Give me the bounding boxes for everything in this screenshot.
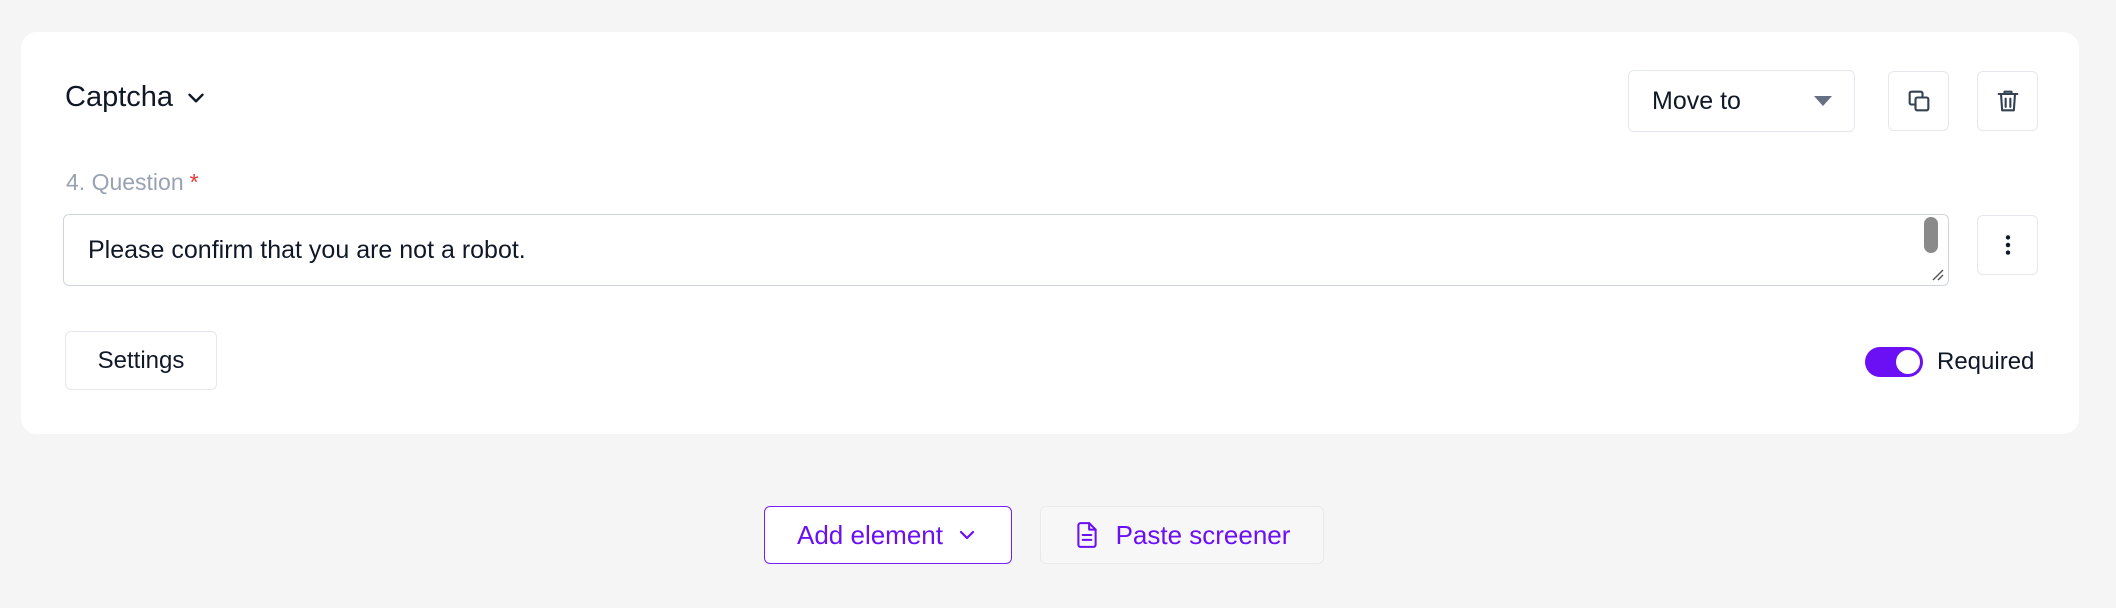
trash-icon [1997,90,2018,112]
caret-down-icon [1814,96,1832,106]
paste-screener-label: Paste screener [1115,519,1291,550]
delete-button[interactable] [1977,71,2038,131]
required-toggle[interactable] [1865,347,1923,377]
chevron-down-icon [188,93,204,102]
copy-icon [1908,90,1929,112]
textarea-scrollbar[interactable] [1924,217,1938,253]
required-asterisk: * [189,169,199,195]
paste-screener-button[interactable]: Paste screener [1040,506,1324,564]
kebab-menu-icon [2005,235,2010,255]
settings-label: Settings [97,346,185,374]
question-number-text: 4. Question [66,169,184,195]
add-element-label: Add element [797,519,943,550]
question-text: Please confirm that you are not a robot. [88,235,526,264]
question-card: Captcha Move to 4. Question * Please conf… [21,32,2079,434]
more-options-button[interactable] [1977,215,2038,275]
move-to-select[interactable]: Move to [1628,70,1855,132]
question-type-dropdown[interactable]: Captcha [65,81,209,114]
resize-handle-icon[interactable] [1930,267,1944,281]
chevron-down-icon [959,530,975,540]
toggle-knob [1896,350,1920,374]
required-label: Required [1937,348,2035,375]
settings-button[interactable]: Settings [65,331,217,390]
duplicate-button[interactable] [1888,71,1949,131]
question-number-label: 4. Question * [66,169,199,196]
document-icon [1076,522,1097,548]
question-type-label: Captcha [65,81,174,113]
add-element-button[interactable]: Add element [764,506,1012,564]
question-textarea[interactable]: Please confirm that you are not a robot. [63,214,1949,286]
required-control: Required [1865,347,2034,377]
move-to-label: Move to [1652,86,1741,115]
